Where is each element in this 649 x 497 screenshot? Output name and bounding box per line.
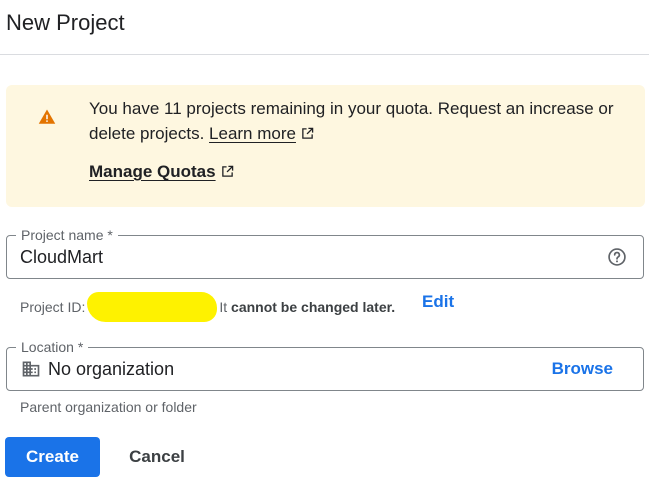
new-project-page: New Project You have 11 projects remaini… [0,0,649,497]
project-name-field[interactable]: Project name * CloudMart [6,227,644,279]
project-id-redaction [87,292,218,322]
help-circle-icon[interactable] [607,247,627,267]
browse-button[interactable]: Browse [552,359,613,379]
project-id-note: cannot be changed later. [231,299,396,315]
project-id-row: Project ID: It cannot be changed later. [20,292,395,322]
header-divider [0,54,649,55]
project-id-label: Project ID: [20,299,86,315]
external-link-icon [221,165,233,177]
project-name-input[interactable]: CloudMart [20,247,103,268]
create-button[interactable]: Create [5,437,100,477]
project-id-note-prefix: It [219,299,228,315]
location-label: Location * [16,339,89,355]
external-link-icon [302,127,314,139]
quota-warning-banner: You have 11 projects remaining in your q… [6,85,645,207]
quota-message: You have 11 projects remaining in your q… [89,99,614,143]
location-helper-text: Parent organization or folder [20,399,197,415]
cancel-button[interactable]: Cancel [113,437,201,477]
quota-message-block: You have 11 projects remaining in your q… [89,96,629,146]
learn-more-link[interactable]: Learn more [209,124,296,143]
location-field[interactable]: Location * No organization Browse [6,339,644,391]
project-name-label: Project name * [16,227,118,243]
edit-project-id-link[interactable]: Edit [422,292,454,312]
location-value: No organization [48,359,175,379]
warning-icon [38,109,56,124]
manage-quotas-link[interactable]: Manage Quotas [89,162,216,181]
manage-quotas-row: Manage Quotas [89,162,234,182]
organization-icon [22,361,40,377]
page-title: New Project [6,10,125,35]
